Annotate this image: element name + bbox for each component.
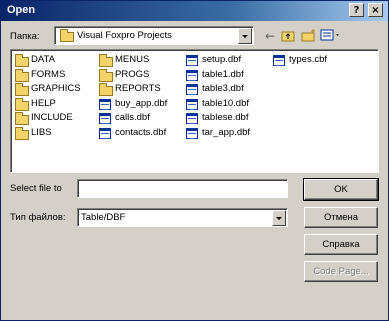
folder-icon: [15, 97, 29, 111]
folder-icon: [15, 68, 29, 82]
chevron-down-icon[interactable]: [272, 210, 286, 226]
back-arrow-icon[interactable]: ←: [261, 28, 279, 44]
filename-input[interactable]: [77, 179, 288, 198]
lookin-value: Visual Foxpro Projects: [77, 30, 172, 41]
file-name: buy_app.dbf: [115, 97, 168, 109]
table-file-icon: [186, 84, 198, 95]
file-name: table3.dbf: [202, 83, 244, 94]
folder-icon: [99, 54, 113, 67]
file-name: DATA: [31, 54, 55, 65]
view-menu-icon[interactable]: [319, 28, 343, 44]
table-file-icon: [273, 55, 285, 66]
window-title: Open: [7, 4, 36, 16]
table-file-icon: [186, 113, 198, 124]
file-name: LIBS: [31, 126, 52, 138]
file-name: HELP: [31, 97, 56, 109]
folder-icon: [60, 29, 74, 42]
code-page-button[interactable]: Code Page...: [304, 261, 378, 282]
file-name: table1.dbf: [202, 68, 244, 80]
chevron-down-icon[interactable]: [238, 28, 252, 44]
table-file-icon: [186, 98, 198, 110]
file-name: GRAPHICS: [31, 83, 81, 94]
file-name: tar_app.dbf: [202, 126, 251, 138]
title-bar: Open ? ×: [1, 1, 388, 21]
help-title-button[interactable]: ?: [349, 3, 364, 17]
filetype-combo[interactable]: Table/DBF: [77, 208, 288, 227]
new-folder-icon[interactable]: [300, 28, 318, 44]
folder-icon: [15, 112, 29, 125]
help-button[interactable]: Справка: [304, 234, 378, 255]
file-name: setup.dbf: [202, 54, 242, 65]
file-name: INCLUDE: [31, 112, 73, 123]
folder-icon: [99, 83, 113, 96]
close-button[interactable]: ×: [368, 3, 383, 17]
file-name: REPORTS: [115, 83, 161, 94]
file-list[interactable]: DATA FORMS GRAPHICS HELP INCLUDE LIBS MENUS PRO…: [10, 49, 379, 173]
lookin-label: Папка:: [10, 31, 40, 42]
file-name: FORMS: [31, 68, 66, 80]
up-folder-icon[interactable]: [280, 28, 298, 44]
file-name: contacts.dbf: [115, 126, 167, 138]
file-name: tablese.dbf: [202, 112, 249, 123]
folder-icon: [99, 68, 113, 82]
table-file-icon: [99, 113, 111, 124]
file-name: calls.dbf: [115, 112, 150, 123]
cancel-button[interactable]: Отмена: [304, 207, 378, 228]
file-name: MENUS: [115, 54, 150, 65]
folder-icon: [15, 54, 29, 67]
folder-icon: [15, 83, 29, 96]
ok-button[interactable]: OK: [303, 178, 379, 201]
file-name: types.cbf: [289, 54, 328, 65]
table-file-icon: [186, 55, 198, 66]
table-file-icon: [186, 127, 198, 139]
table-file-icon: [186, 69, 198, 81]
folder-icon: [15, 126, 29, 140]
table-file-icon: [99, 98, 111, 110]
table-file-icon: [99, 127, 111, 139]
lookin-combo[interactable]: Visual Foxpro Projects: [54, 26, 254, 45]
file-name: table10.dbf: [202, 97, 250, 109]
filetype-value: Table/DBF: [81, 212, 126, 223]
file-name: PROGS: [115, 68, 150, 80]
filetype-label: Тип файлов:: [10, 212, 66, 223]
open-dialog: Open ? × Папка: Visual Foxpro Projects ←…: [0, 0, 389, 321]
filename-label: Select file to: [10, 183, 62, 194]
